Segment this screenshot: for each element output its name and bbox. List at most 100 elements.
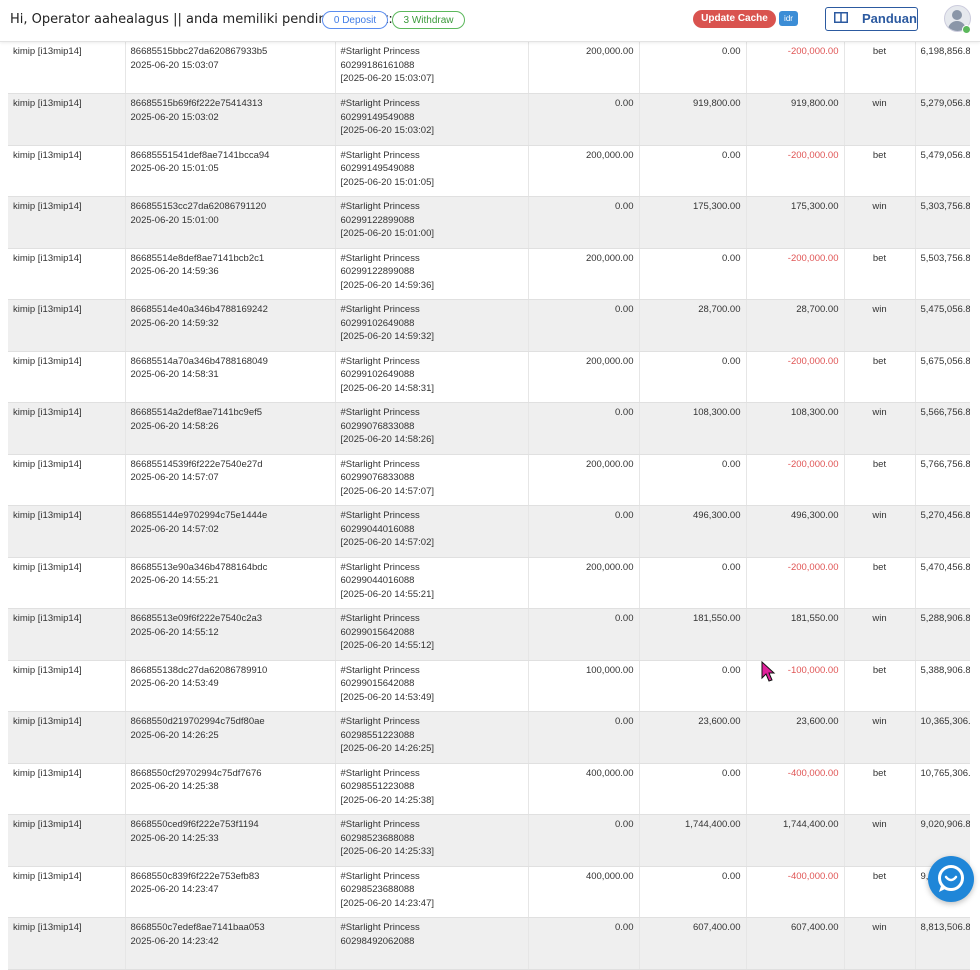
game-name: #Starlight Princess <box>340 767 420 779</box>
transaction-type: win <box>872 613 887 624</box>
table-row: kimip [i13mip14] 86685514a2def8ae7141bc9e… <box>8 402 971 455</box>
game-name: #Starlight Princess <box>340 98 420 109</box>
type-cell: bet <box>844 763 916 815</box>
transaction-time: 2025-06-20 14:23:47 <box>130 884 219 895</box>
game-cell: #Starlight Princess 60299102649088 [2025-0… <box>335 351 529 403</box>
win-amount: 0.00 <box>722 355 741 367</box>
win-amount: 0.00 <box>722 664 741 676</box>
player-name: kimip [i13mip14] <box>13 870 82 882</box>
balance-amount: 5,475,056.89 <box>920 304 971 315</box>
win-amount: 0.00 <box>722 767 741 779</box>
net-amount: -400,000.00 <box>787 767 839 779</box>
round-id: 60298523688088 <box>340 832 415 844</box>
transaction-time: 2025-06-20 14:58:31 <box>130 369 219 380</box>
transaction-time: 2025-06-20 14:25:38 <box>130 781 219 792</box>
balance-cell: 8,813,506.89 <box>915 917 970 970</box>
balance-amount: 5,675,056.89 <box>920 355 971 367</box>
game-cell: #Starlight Princess 60298551223088 [2025-0… <box>335 763 529 815</box>
transaction-id-cell: 86685515bbc27da620867933b5 2025-06-20 15:… <box>125 42 336 94</box>
player-name: kimip [i13mip14] <box>13 664 82 676</box>
win-amount: 1,744,400.00 <box>685 819 741 830</box>
bet-amount-cell: 0.00 <box>528 711 640 764</box>
win-amount-cell: 28,700.00 <box>639 299 747 352</box>
round-time: [2025-06-20 14:55:21] <box>340 588 435 600</box>
transaction-time: 2025-06-20 14:26:25 <box>130 729 219 741</box>
type-cell: win <box>844 93 916 146</box>
player-cell: kimip [i13mip14] <box>8 42 126 94</box>
net-amount: 181,550.00 <box>790 613 839 624</box>
type-cell: bet <box>844 866 916 918</box>
table-row: kimip [i13mip14] 8668550ced9f6f222e753f11… <box>8 814 971 867</box>
top-bar: Hi, Operator aahealagus || anda memiliki… <box>0 0 980 42</box>
balance-amount: 5,566,756.89 <box>920 407 971 418</box>
round-id: 60298492062088 <box>340 935 415 947</box>
player-cell: kimip [i13mip14] <box>8 145 126 197</box>
round-time: [2025-06-20 14:59:36] <box>340 279 435 291</box>
pending-deposit-badge[interactable]: 0 Deposit <box>322 11 388 29</box>
transaction-id-cell: 86685514e40a346b4788169242 2025-06-20 14:… <box>125 299 336 352</box>
balance-amount: 5,503,756.89 <box>920 252 971 264</box>
transaction-time: 2025-06-20 14:25:33 <box>130 832 219 844</box>
win-amount: 0.00 <box>722 149 741 161</box>
balance-amount: 10,765,306.89 <box>920 767 971 779</box>
transaction-type: bet <box>872 870 887 882</box>
round-time: [2025-06-20 14:26:25] <box>340 743 435 754</box>
bet-amount-cell: 400,000.00 <box>528 866 640 918</box>
transaction-id-cell: 86685515b69f6f222e75414313 2025-06-20 15:… <box>125 93 336 146</box>
transaction-type: win <box>872 407 887 418</box>
chat-launcher-button[interactable] <box>928 856 974 902</box>
transaction-id: 86685515bbc27da620867933b5 <box>130 46 268 57</box>
balance-amount: 9,020,906.89 <box>920 819 971 830</box>
balance-cell: 5,388,906.89 <box>915 660 970 712</box>
transaction-id: 866855138dc27da62086789910 <box>130 664 268 676</box>
game-name: #Starlight Princess <box>340 510 420 521</box>
player-name: kimip [i13mip14] <box>13 98 82 109</box>
pending-withdraw-badge[interactable]: 3 Withdraw <box>392 11 465 29</box>
transaction-time: 2025-06-20 15:01:05 <box>130 163 219 174</box>
player-name: kimip [i13mip14] <box>13 458 82 470</box>
round-id: 60299102649088 <box>340 369 415 380</box>
round-id: 60299044016088 <box>340 575 415 586</box>
transaction-type: bet <box>872 561 887 573</box>
player-name: kimip [i13mip14] <box>13 561 82 573</box>
transaction-id-cell: 86685514e8def8ae7141bcb2c1 2025-06-20 14:… <box>125 248 336 300</box>
net-amount: 607,400.00 <box>790 922 839 933</box>
player-cell: kimip [i13mip14] <box>8 866 126 918</box>
type-cell: bet <box>844 145 916 197</box>
balance-cell: 10,365,306.89 <box>915 711 970 764</box>
balance-cell: 5,503,756.89 <box>915 248 970 300</box>
net-amount-cell: 108,300.00 <box>746 402 845 455</box>
transaction-id-cell: 866855144e9702994c75e1444e 2025-06-20 14:… <box>125 505 336 558</box>
net-amount-cell: 28,700.00 <box>746 299 845 352</box>
balance-amount: 5,279,056.89 <box>920 98 971 109</box>
transaction-type: win <box>872 201 887 212</box>
win-amount: 0.00 <box>722 46 741 57</box>
game-cell: #Starlight Princess 60299044016088 [2025-0… <box>335 557 529 609</box>
net-amount-cell: 607,400.00 <box>746 917 845 970</box>
transaction-type: win <box>872 98 887 109</box>
net-amount: -200,000.00 <box>787 355 839 367</box>
win-amount-cell: 0.00 <box>639 351 747 403</box>
bet-amount-cell: 0.00 <box>528 608 640 661</box>
table-row: kimip [i13mip14] 8668550d219702994c75df80… <box>8 711 970 764</box>
round-id: 60299076833088 <box>340 420 415 432</box>
balance-amount: 6,198,856.89 <box>920 46 971 57</box>
win-amount: 23,600.00 <box>698 716 741 727</box>
game-cell: #Starlight Princess 60299122899088 [2025-0… <box>335 248 529 300</box>
net-amount: -400,000.00 <box>787 870 839 882</box>
player-name: kimip [i13mip14] <box>13 46 82 57</box>
balance-amount: 5,303,756.89 <box>920 201 971 212</box>
player-cell: kimip [i13mip14] <box>8 660 126 712</box>
chat-icon <box>938 865 964 892</box>
transaction-id: 8668550c7edef8ae7141baa053 <box>130 922 265 933</box>
bet-amount-cell: 0.00 <box>528 93 640 146</box>
online-status-dot <box>962 25 971 34</box>
player-cell: kimip [i13mip14] <box>8 814 126 867</box>
balance-cell: 5,475,056.89 <box>915 299 971 352</box>
panduan-button[interactable]: Panduan <box>825 7 918 31</box>
transaction-id-cell: 8668550cf29702994c75df7676 2025-06-20 14:… <box>125 763 336 815</box>
update-cache-button[interactable]: Update Cache <box>693 10 776 28</box>
type-cell: win <box>844 402 916 455</box>
player-name: kimip [i13mip14] <box>13 252 82 264</box>
game-cell: #Starlight Princess 60299015642088 [2025-0… <box>335 608 529 661</box>
